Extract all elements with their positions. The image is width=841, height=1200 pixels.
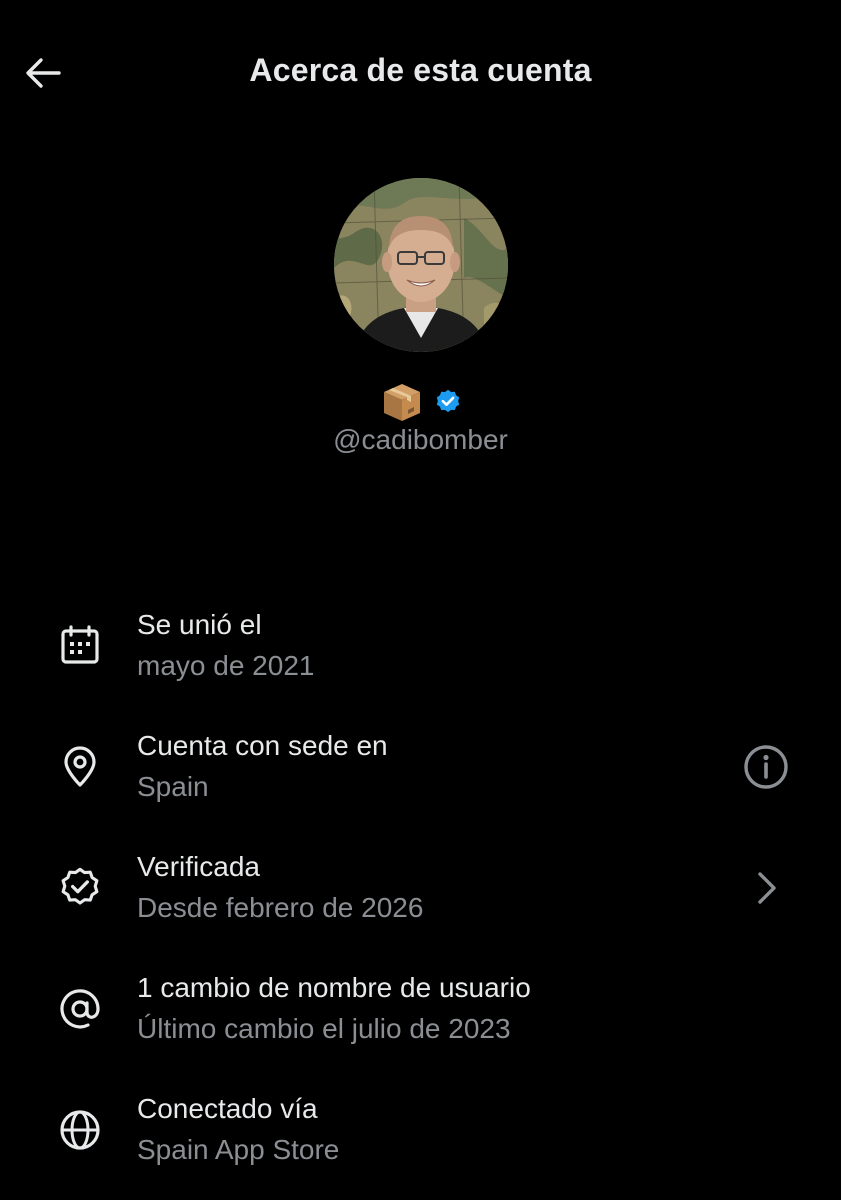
row-title: Conectado vía [137, 1093, 318, 1124]
based-in-row: Cuenta con sede en Spain [0, 721, 841, 821]
avatar-image [334, 178, 508, 352]
connected-via-row: Conectado vía Spain App Store [0, 1084, 841, 1184]
verified-outline-icon [61, 867, 99, 905]
info-button[interactable] [743, 744, 789, 790]
profile-badges [0, 380, 841, 424]
row-title: Cuenta con sede en [137, 730, 388, 761]
row-subtitle: Desde febrero de 2026 [137, 892, 424, 923]
joined-row: Se unió el mayo de 2021 [0, 600, 841, 700]
verified-row[interactable]: Verificada Desde febrero de 2026 [0, 842, 841, 942]
row-subtitle: Spain [137, 771, 209, 802]
row-subtitle: Spain App Store [137, 1134, 340, 1165]
username-changes-row: 1 cambio de nombre de usuario Último cam… [0, 963, 841, 1063]
page-title: Acerca de esta cuenta [249, 52, 592, 88]
row-title: Se unió el [137, 609, 262, 640]
verified-details-button[interactable] [743, 865, 789, 911]
row-subtitle: mayo de 2021 [137, 650, 315, 681]
verified-badge-icon [436, 389, 459, 413]
location-pin-icon [64, 746, 96, 787]
at-sign-icon [60, 989, 100, 1029]
row-title: 1 cambio de nombre de usuario [137, 972, 531, 1003]
package-emoji-icon [383, 384, 420, 421]
profile-avatar[interactable] [334, 178, 508, 352]
row-subtitle: Último cambio el julio de 2023 [137, 1013, 511, 1044]
chevron-right-icon [758, 872, 776, 904]
calendar-icon [61, 625, 99, 664]
top-bar: Acerca de esta cuenta [0, 0, 841, 145]
profile-handle: @cadibomber [333, 424, 508, 455]
globe-icon [60, 1110, 100, 1150]
row-title: Verificada [137, 851, 260, 882]
info-icon [744, 745, 788, 789]
